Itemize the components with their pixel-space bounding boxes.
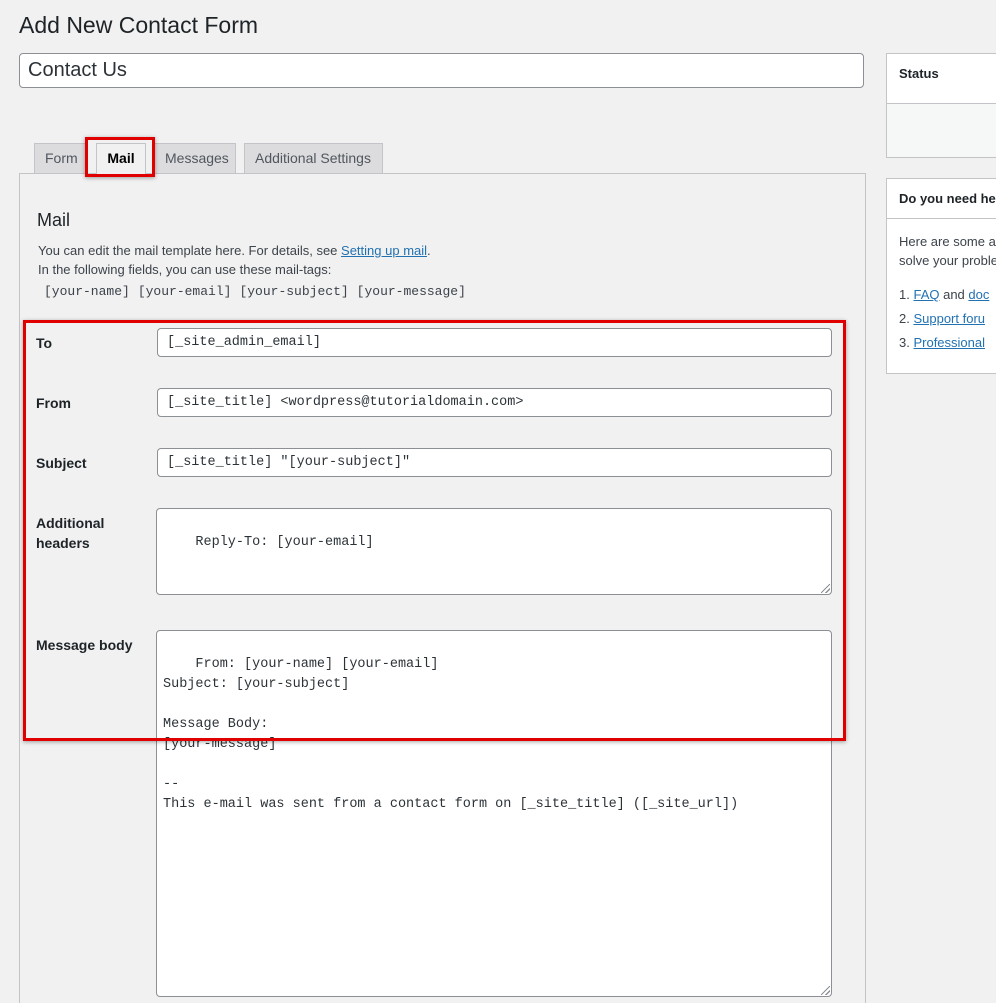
tab-additional-settings[interactable]: Additional Settings xyxy=(244,143,383,173)
subject-label: Subject xyxy=(36,455,87,471)
page-title: Add New Contact Form xyxy=(19,12,259,38)
additional-headers-label: Additional headers xyxy=(36,513,104,553)
status-box: Status xyxy=(886,53,996,158)
support-forum-link[interactable]: Support foru xyxy=(913,311,985,326)
message-body-value: From: [your-name] [your-email] Subject: … xyxy=(163,657,739,812)
help-item-joiner: and xyxy=(939,287,969,302)
mail-tag: [your-email] xyxy=(137,284,232,299)
faq-link[interactable]: FAQ xyxy=(913,287,939,302)
resize-handle[interactable] xyxy=(821,584,830,593)
status-title: Status xyxy=(887,54,996,104)
help-text: Here are some av solve your proble xyxy=(899,232,996,270)
help-item-number: 2. xyxy=(899,311,910,326)
tab-messages[interactable]: Messages xyxy=(154,143,236,173)
mail-desc-prefix: You can edit the mail template here. For… xyxy=(38,243,342,258)
professional-services-link[interactable]: Professional xyxy=(913,335,985,350)
help-list: 1. FAQ and doc 2. Support foru 3. Profes… xyxy=(899,283,989,355)
to-label: To xyxy=(36,335,53,351)
mail-tag: [your-name] xyxy=(44,284,130,299)
help-item-number: 3. xyxy=(899,335,910,350)
status-footer xyxy=(887,104,996,157)
additional-headers-value: Reply-To: [your-email] xyxy=(195,535,374,550)
help-list-item: 1. FAQ and doc xyxy=(899,283,989,307)
mail-section-heading: Mail xyxy=(37,210,71,230)
help-title: Do you need he xyxy=(887,179,996,219)
setting-up-mail-link[interactable]: Setting up mail xyxy=(341,243,427,258)
tab-form[interactable]: Form xyxy=(34,143,87,173)
help-text-line1: Here are some av xyxy=(899,234,996,249)
mail-tag: [your-subject] xyxy=(239,284,349,299)
additional-headers-textarea[interactable]: Reply-To: [your-email] xyxy=(156,508,832,595)
help-list-item: 3. Professional xyxy=(899,331,989,355)
subject-input[interactable]: [_site_title] "[your-subject]" xyxy=(157,448,832,477)
edit-contact-form-page: Add New Contact Form Contact Us Form Mai… xyxy=(0,0,996,1003)
help-list-item: 2. Support foru xyxy=(899,307,989,331)
mail-description: You can edit the mail template here. For… xyxy=(38,243,431,258)
mail-desc-suffix: . xyxy=(427,243,431,258)
mail-tags-intro: In the following fields, you can use the… xyxy=(38,262,332,277)
help-item-number: 1. xyxy=(899,287,910,302)
tab-mail[interactable]: Mail xyxy=(96,143,146,175)
message-body-label: Message body xyxy=(36,637,133,653)
help-box: Do you need he Here are some av solve yo… xyxy=(886,178,996,374)
to-input[interactable]: [_site_admin_email] xyxy=(157,328,832,357)
form-title-input[interactable]: Contact Us xyxy=(19,53,864,88)
additional-headers-label-line1: Additional xyxy=(36,515,105,531)
resize-handle[interactable] xyxy=(821,986,830,995)
docs-link[interactable]: doc xyxy=(968,287,989,302)
message-body-textarea[interactable]: From: [your-name] [your-email] Subject: … xyxy=(156,630,832,997)
help-text-line2: solve your proble xyxy=(899,253,996,268)
additional-headers-label-line2: headers xyxy=(36,535,90,551)
mail-tags-list: [your-name] [your-email] [your-subject] [yo… xyxy=(44,284,474,299)
mail-tag: [your-message] xyxy=(356,284,466,299)
from-input[interactable]: [_site_title] <wordpress@tutorialdomain.… xyxy=(157,388,832,417)
from-label: From xyxy=(36,395,71,411)
